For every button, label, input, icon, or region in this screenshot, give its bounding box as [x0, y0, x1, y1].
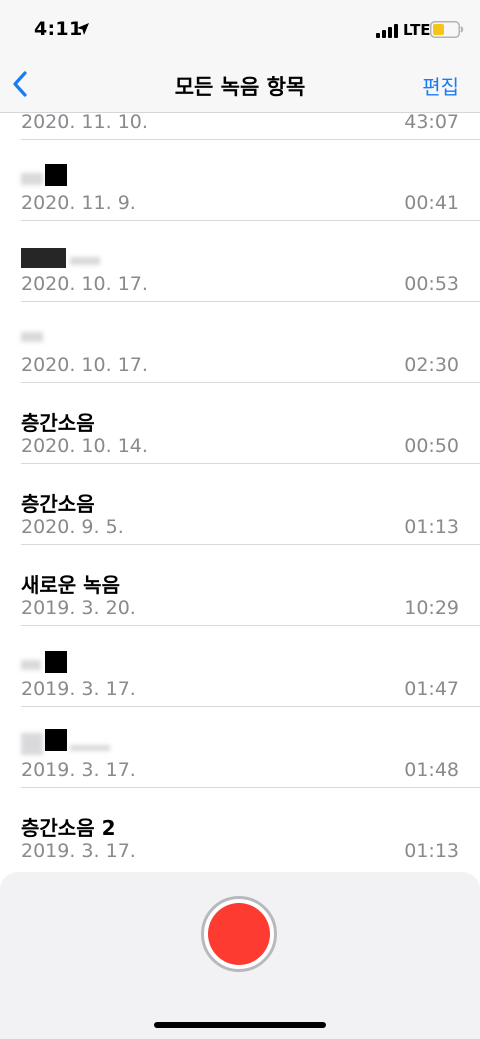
recording-row[interactable]: 2019. 3. 17. 01:48 — [0, 707, 480, 788]
recording-duration: 00:50 — [404, 435, 459, 457]
redacted-title — [21, 248, 66, 268]
recording-date: 2019. 3. 17. — [21, 840, 136, 862]
recording-title: 새로운 녹음 — [21, 573, 120, 597]
recording-row[interactable]: 새로운 녹음 2019. 3. 20. 10:29 — [0, 545, 480, 626]
recordings-list[interactable]: 2020. 11. 10. 43:07 2020. 11. 9. 00:41 2… — [0, 113, 480, 873]
recording-duration: 02:30 — [404, 354, 459, 376]
redacted-title-blur — [21, 332, 43, 342]
redacted-title — [45, 164, 67, 186]
redacted-title-blur — [70, 745, 110, 751]
recording-title: 층간소음 — [21, 492, 95, 516]
recording-duration: 01:13 — [404, 840, 459, 862]
recording-row[interactable]: 2020. 11. 9. 00:41 — [0, 140, 480, 221]
redacted-title-blur — [70, 257, 100, 265]
recording-row[interactable]: 층간소음 2020. 10. 14. 00:50 — [0, 383, 480, 464]
cellular-signal-icon — [376, 24, 398, 38]
recording-duration: 43:07 — [404, 113, 459, 133]
recording-date: 2020. 10. 17. — [21, 273, 148, 295]
home-indicator[interactable] — [154, 1022, 326, 1028]
recording-date: 2020. 10. 14. — [21, 435, 148, 457]
recording-row[interactable]: 2020. 11. 10. 43:07 — [0, 113, 480, 140]
recording-date: 2019. 3. 17. — [21, 759, 136, 781]
recording-date: 2019. 3. 20. — [21, 597, 136, 619]
redacted-title-blur — [21, 733, 43, 755]
page-title: 모든 녹음 항목 — [174, 75, 306, 99]
recording-date: 2020. 9. 5. — [21, 516, 124, 538]
redacted-title-blur — [21, 173, 43, 185]
battery-low-icon — [430, 21, 464, 38]
recording-row[interactable]: 2020. 10. 17. 02:30 — [0, 302, 480, 383]
recording-row[interactable]: 층간소음 2 2019. 3. 17. 01:13 — [0, 788, 480, 869]
edit-button[interactable]: 편집 — [422, 71, 459, 100]
recording-row[interactable]: 2019. 3. 17. 01:47 — [0, 626, 480, 707]
recording-date: 2020. 11. 10. — [21, 113, 148, 133]
recording-date: 2019. 3. 17. — [21, 678, 136, 700]
navigation-bar: 모든 녹음 항목 편집 — [0, 56, 480, 113]
recording-row[interactable]: 층간소음 2020. 9. 5. 01:13 — [0, 464, 480, 545]
recording-duration: 00:53 — [404, 273, 459, 295]
redacted-title — [45, 651, 67, 673]
recording-duration: 00:41 — [404, 192, 459, 214]
location-arrow-icon — [77, 23, 89, 35]
status-bar: 4:11 LTE — [0, 0, 480, 56]
recording-row[interactable]: 2020. 10. 17. 00:53 — [0, 221, 480, 302]
network-type: LTE — [403, 21, 431, 39]
recording-duration: 01:13 — [404, 516, 459, 538]
recording-duration: 10:29 — [404, 597, 459, 619]
recording-duration: 01:47 — [404, 678, 459, 700]
redacted-title-blur — [21, 660, 41, 670]
recording-title: 층간소음 — [21, 411, 95, 435]
recording-date: 2020. 11. 9. — [21, 192, 136, 214]
record-icon — [208, 903, 270, 965]
redacted-title — [45, 729, 67, 751]
record-button[interactable] — [201, 896, 277, 972]
recording-duration: 01:48 — [404, 759, 459, 781]
recording-title: 층간소음 2 — [21, 816, 116, 840]
recording-date: 2020. 10. 17. — [21, 354, 148, 376]
